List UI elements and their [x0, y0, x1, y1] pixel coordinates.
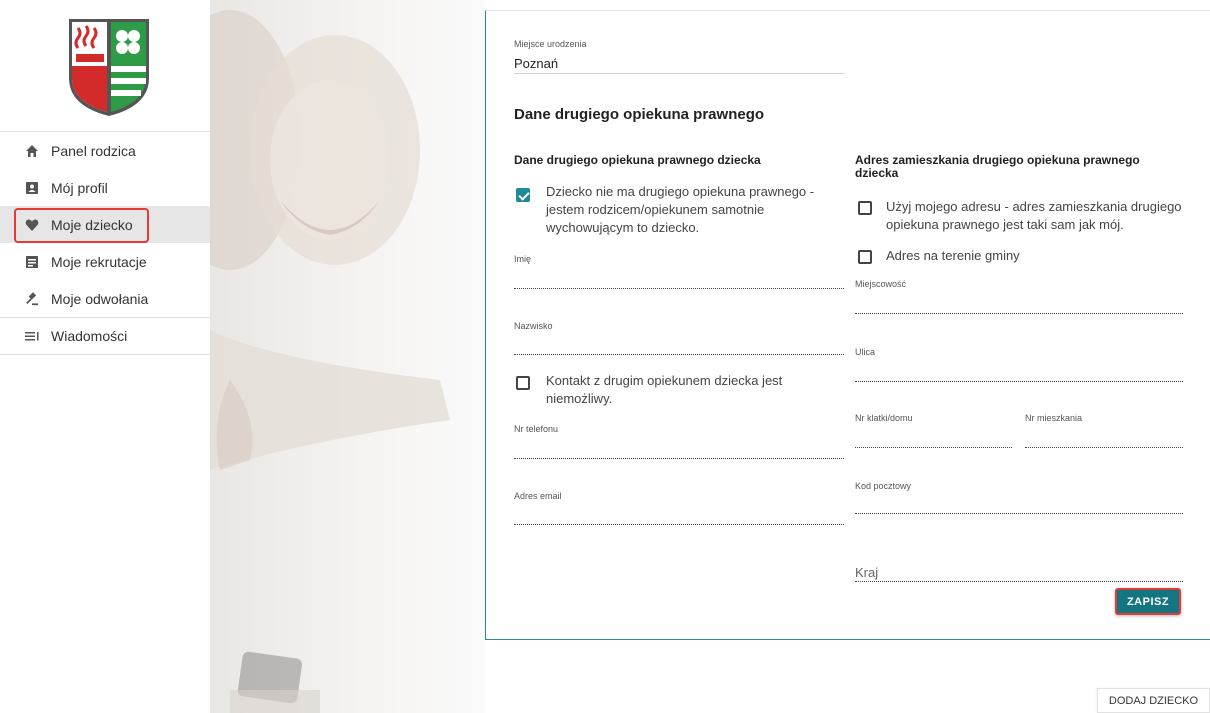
- coat-of-arms-logo: [66, 16, 152, 118]
- birth-place-underline: [514, 73, 844, 74]
- email-label: Adres email: [514, 491, 562, 501]
- sidebar-item-moje-odwolania[interactable]: Moje odwołania: [0, 280, 210, 317]
- phone-input[interactable]: [514, 458, 844, 459]
- messages-icon: [25, 329, 39, 343]
- flat-number-label: Nr mieszkania: [1025, 413, 1083, 423]
- phone-label: Nr telefonu: [514, 424, 559, 434]
- birth-place-value: Poznań: [514, 56, 559, 71]
- sidebar-item-label: Panel rodzica: [51, 142, 136, 159]
- sidebar-item-label: Mój profil: [51, 179, 108, 196]
- country-input[interactable]: [855, 581, 1183, 582]
- sidebar-item-label: Moje rekrutacje: [51, 253, 147, 270]
- postal-code-label: Kod pocztowy: [855, 481, 912, 491]
- section-title: Dane drugiego opiekuna prawnego: [514, 106, 765, 123]
- guardian-form-panel: Miejsce urodzenia Poznań Dane drugiego o…: [485, 10, 1210, 640]
- save-button[interactable]: ZAPISZ: [1115, 588, 1181, 615]
- sidebar-item-moje-dziecko[interactable]: Moje dziecko: [0, 206, 210, 243]
- building-number-label: Nr klatki/domu: [855, 413, 913, 423]
- postal-code-input[interactable]: [855, 513, 1183, 514]
- active-highlight: [14, 208, 149, 243]
- same-address-checkbox[interactable]: [858, 201, 872, 215]
- no-second-guardian-checkbox[interactable]: [516, 188, 530, 202]
- last-name-input[interactable]: [514, 354, 844, 355]
- city-label: Miejscowość: [855, 279, 907, 289]
- no-contact-label: Kontakt z drugim opiekunem dziecka jest …: [546, 373, 783, 406]
- street-input[interactable]: [855, 381, 1183, 382]
- sidebar-item-wiadomosci[interactable]: Wiadomości: [0, 318, 210, 355]
- sidebar-item-moje-rekrutacje[interactable]: Moje rekrutacje: [0, 243, 210, 280]
- building-number-input[interactable]: [855, 447, 1012, 448]
- same-address-label: Użyj mojego adresu - adres zamieszkania …: [886, 199, 1182, 232]
- add-child-button[interactable]: DODAJ DZIECKO: [1097, 688, 1210, 713]
- document-icon: [25, 255, 39, 269]
- first-name-input[interactable]: [514, 288, 844, 289]
- sidebar-item-label: Moje odwołania: [51, 290, 149, 307]
- flat-number-input[interactable]: [1025, 447, 1183, 448]
- first-name-label: Imię: [514, 254, 532, 264]
- country-placeholder: Kraj: [855, 565, 879, 580]
- no-second-guardian-label: Dziecko nie ma drugiego opiekuna prawneg…: [546, 184, 815, 235]
- left-column-title: Dane drugiego opiekuna prawnego dziecka: [514, 153, 761, 167]
- id-card-icon: [25, 181, 39, 195]
- home-icon: [25, 144, 39, 158]
- sidebar: Panel rodzica Mój profil Moje dziecko Mo…: [0, 0, 210, 713]
- no-contact-checkbox[interactable]: [516, 376, 530, 390]
- city-input[interactable]: [855, 313, 1183, 314]
- sidebar-nav: Panel rodzica Mój profil Moje dziecko Mo…: [0, 131, 210, 355]
- birth-place-label: Miejsce urodzenia: [514, 39, 587, 49]
- email-input[interactable]: [514, 524, 844, 525]
- in-commune-checkbox[interactable]: [858, 250, 872, 264]
- gavel-icon: [25, 291, 39, 306]
- sidebar-item-panel-rodzica[interactable]: Panel rodzica: [0, 132, 210, 169]
- last-name-label: Nazwisko: [514, 321, 553, 331]
- street-label: Ulica: [855, 347, 876, 357]
- sidebar-item-label: Wiadomości: [51, 328, 128, 344]
- right-column-title: Adres zamieszkania drugiego opiekuna pra…: [855, 153, 1140, 180]
- sidebar-item-moj-profil[interactable]: Mój profil: [0, 169, 210, 206]
- background-photo: [210, 0, 485, 713]
- in-commune-label: Adres na terenie gminy: [886, 248, 1020, 263]
